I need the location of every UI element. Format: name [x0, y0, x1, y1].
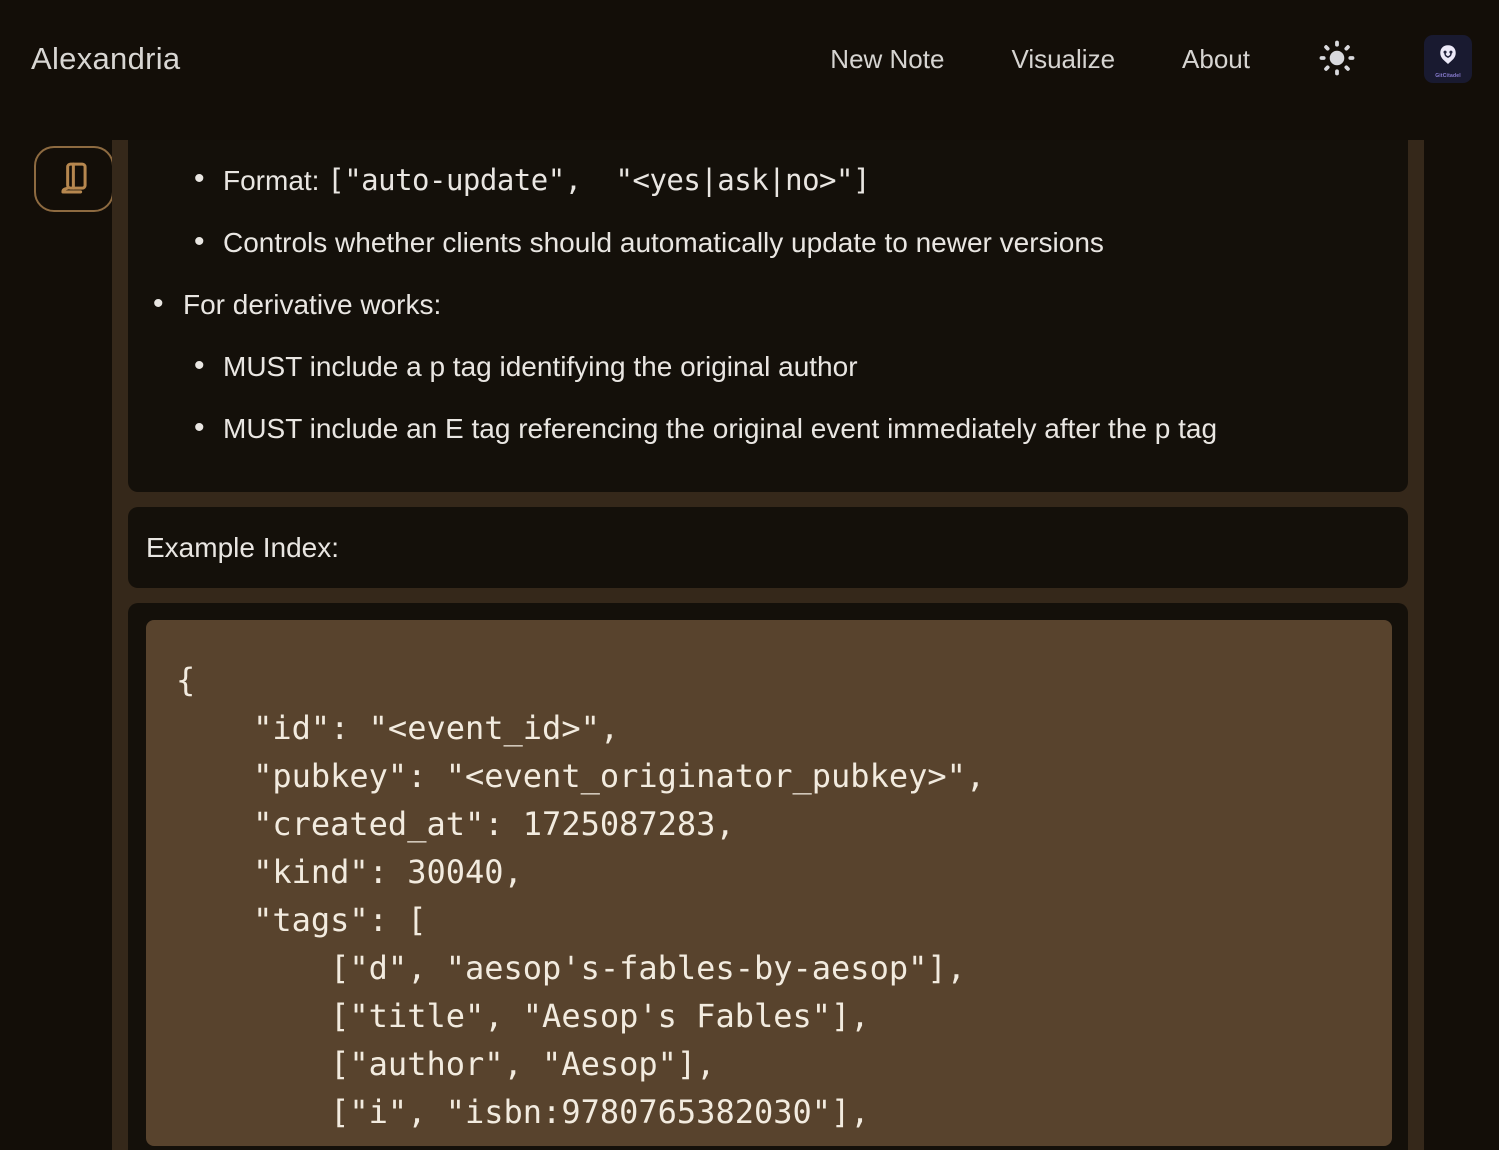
list-item-controls: Controls whether clients should automati…	[128, 225, 1408, 261]
gitcitadel-logo[interactable]: GitCitadel	[1424, 35, 1472, 83]
app-header: Alexandria New Note Visualize About	[0, 0, 1499, 128]
list-item-text: Format:	[223, 165, 327, 196]
app-title: Alexandria	[31, 41, 180, 77]
spec-section-card: Format: ["auto-update", "<yes|ask|no>"] …	[128, 140, 1408, 492]
book-icon	[55, 159, 93, 200]
nav-about[interactable]: About	[1182, 44, 1250, 75]
list-item-derivative-works: For derivative works:	[128, 287, 1408, 323]
json-code-text: { "id": "<event_id>", "pubkey": "<event_…	[176, 656, 1362, 1136]
document-scroll-area[interactable]: Format: ["auto-update", "<yes|ask|no>"] …	[112, 140, 1424, 1150]
list-item-must-p-tag: MUST include a p tag identifying the ori…	[128, 349, 1408, 385]
list-item-format: Format: ["auto-update", "<yes|ask|no>"]	[128, 162, 1408, 199]
code-example-card: { "id": "<event_id>", "pubkey": "<event_…	[128, 603, 1408, 1150]
nav-new-note[interactable]: New Note	[830, 44, 944, 75]
inline-code: ["auto-update", "<yes|ask|no>"]	[327, 163, 870, 197]
json-code-block: { "id": "<event_id>", "pubkey": "<event_…	[146, 620, 1392, 1146]
theme-toggle-button[interactable]	[1317, 39, 1357, 79]
main-nav: New Note Visualize About	[830, 35, 1472, 83]
gitcitadel-logo-label: GitCitadel	[1435, 73, 1461, 80]
list-item-must-e-tag: MUST include an E tag referencing the or…	[128, 411, 1408, 447]
example-index-label: Example Index:	[146, 532, 339, 564]
example-index-card: Example Index:	[128, 507, 1408, 588]
sun-icon	[1318, 39, 1356, 80]
table-of-contents-button[interactable]	[34, 146, 114, 212]
nav-visualize[interactable]: Visualize	[1011, 44, 1115, 75]
gitcitadel-shield-icon	[1435, 42, 1461, 73]
